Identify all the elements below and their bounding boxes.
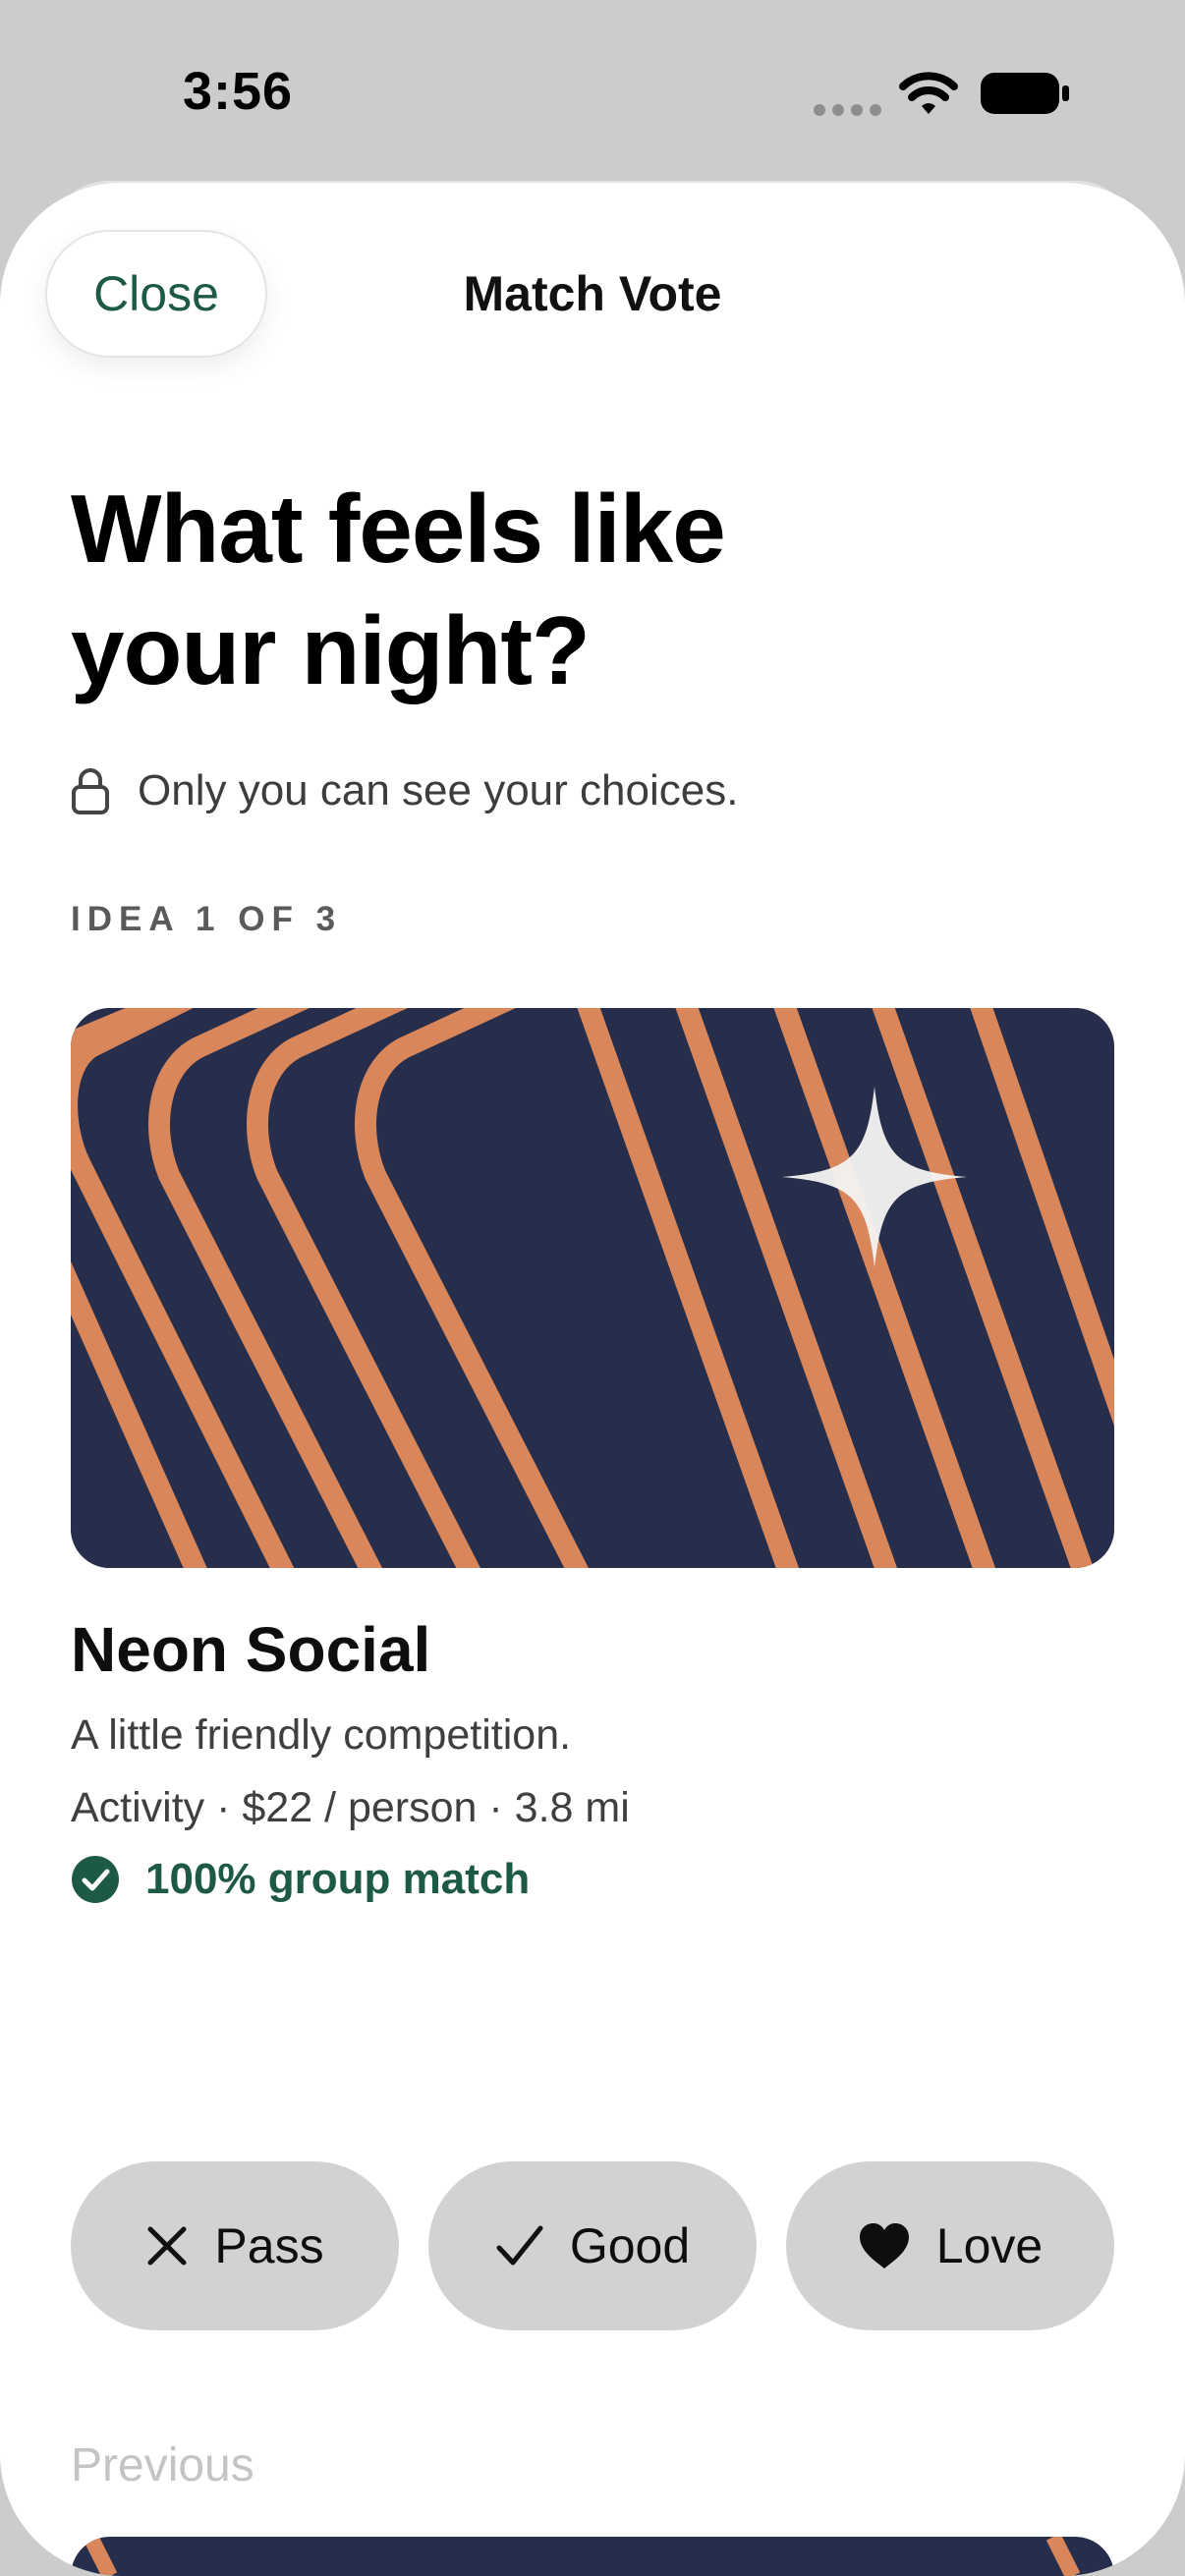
screen: 3:56 Close Match Vote What feels like yo… [0,0,1185,2576]
idea-meta: Activity · $22 / person · 3.8 mi [71,1784,630,1831]
x-icon [147,2226,187,2266]
stripes-illustration [71,1008,1114,1568]
match-vote-sheet: Close Match Vote What feels like your ni… [0,183,1185,2576]
status-time: 3:56 [183,62,294,121]
page-headline: What feels like your night? [71,475,726,704]
cellular-signal-icon [814,104,881,116]
next-idea-card-peek [71,2537,1114,2576]
checkmark-icon [496,2225,543,2266]
privacy-note: Only you can see your choices. [71,766,738,815]
idea-progress-label: IDEA 1 OF 3 [71,900,343,938]
heart-icon [859,2223,909,2268]
group-match-indicator: 100% group match [71,1855,530,1904]
good-button[interactable]: Good [428,2161,757,2330]
checkmark-circle-icon [72,1856,119,1903]
idea-illustration [71,1008,1114,1568]
group-match-label: 100% group match [145,1855,531,1903]
nav-title: Match Vote [463,266,722,321]
vote-buttons: Pass Good Love [71,2161,1114,2330]
pass-label: Pass [214,2218,324,2273]
next-card-stripes [83,2537,1081,2576]
battery-icon [981,73,1069,114]
idea-title: Neon Social [71,1614,431,1685]
love-label: Love [935,2218,1044,2273]
lock-icon [72,768,109,814]
idea-tagline: A little friendly competition. [71,1711,572,1759]
good-label: Good [569,2218,691,2273]
love-button[interactable]: Love [786,2161,1114,2330]
wifi-icon [899,72,958,114]
privacy-text: Only you can see your choices. [138,766,739,814]
status-bar: 3:56 [0,0,1185,177]
previous-button[interactable]: Previous [71,2438,254,2492]
pass-button[interactable]: Pass [71,2161,399,2330]
